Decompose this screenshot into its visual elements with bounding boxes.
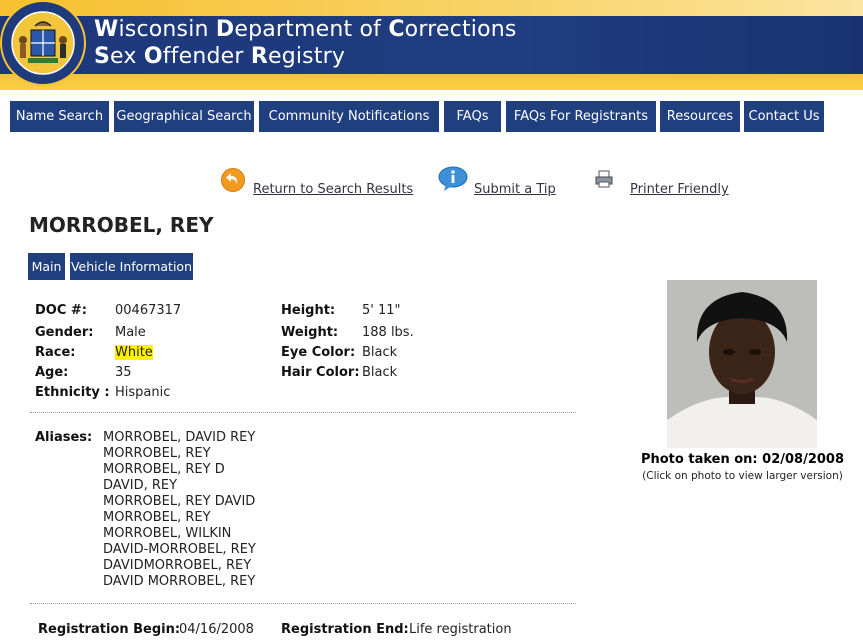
- alias-item: DAVID-MORROBEL, REY: [103, 542, 256, 557]
- registration-begin-label: Registration Begin:: [38, 622, 181, 637]
- state-seal-logo: [0, 0, 86, 86]
- height-value: 5' 11": [362, 303, 401, 318]
- site-header: Wisconsin Department of Corrections Sex …: [0, 0, 863, 90]
- weight-value: 188 lbs.: [362, 325, 414, 340]
- nav-faqs[interactable]: FAQs: [444, 101, 501, 132]
- nav-faqs-registrants[interactable]: FAQs For Registrants: [506, 101, 656, 132]
- offender-photo[interactable]: [667, 280, 817, 448]
- photo-hint: (Click on photo to view larger version): [642, 470, 843, 482]
- nav-resources[interactable]: Resources: [660, 101, 740, 132]
- doc-value: 00467317: [115, 303, 182, 318]
- back-arrow-icon[interactable]: [220, 167, 246, 193]
- race-value: White: [115, 345, 153, 360]
- eye-color-value: Black: [362, 345, 398, 360]
- gender-value: Male: [115, 325, 146, 340]
- printer-friendly-link[interactable]: Printer Friendly: [630, 182, 729, 197]
- nav-name-search[interactable]: Name Search: [10, 101, 109, 132]
- alias-item: DAVID, REY: [103, 478, 178, 493]
- header-title-line2: Sex Offender Registry: [94, 44, 346, 69]
- ethnicity-label: Ethnicity :: [35, 385, 110, 400]
- registration-end-label: Registration End:: [281, 622, 409, 637]
- registration-begin-value: 04/16/2008: [179, 622, 254, 637]
- tab-vehicle-information[interactable]: Vehicle Information: [70, 253, 193, 280]
- alias-item: DAVIDMORROBEL, REY: [103, 558, 252, 573]
- alias-item: MORROBEL, WILKIN: [103, 526, 232, 541]
- offender-name: MORROBEL, REY: [29, 213, 214, 237]
- hair-color-label: Hair Color:: [281, 365, 360, 380]
- height-label: Height:: [281, 303, 336, 318]
- age-value: 35: [115, 365, 132, 380]
- age-label: Age:: [35, 365, 69, 380]
- alias-item: MORROBEL, DAVID REY: [103, 430, 256, 445]
- nav-community-notifications[interactable]: Community Notifications: [259, 101, 439, 132]
- alias-item: MORROBEL, REY: [103, 510, 211, 525]
- tab-main[interactable]: Main: [28, 253, 65, 280]
- weight-label: Weight:: [281, 325, 339, 340]
- ethnicity-value: Hispanic: [115, 385, 171, 400]
- eye-color-label: Eye Color:: [281, 345, 356, 360]
- alias-item: DAVID MORROBEL, REY: [103, 574, 256, 589]
- alias-item: MORROBEL, REY: [103, 446, 211, 461]
- submit-tip-link[interactable]: Submit a Tip: [474, 182, 556, 197]
- doc-label: DOC #:: [35, 303, 87, 318]
- alias-item: MORROBEL, REY D: [103, 462, 225, 477]
- header-title-line1: Wisconsin Department of Corrections: [94, 17, 517, 42]
- divider: [30, 603, 576, 604]
- registration-end-value: Life registration: [409, 622, 512, 637]
- return-to-search-link[interactable]: Return to Search Results: [253, 182, 413, 197]
- divider: [30, 412, 576, 413]
- race-label: Race:: [35, 345, 76, 360]
- info-icon[interactable]: [438, 166, 470, 192]
- photo-caption: Photo taken on: 02/08/2008: [640, 452, 845, 467]
- aliases-label: Aliases:: [35, 430, 93, 445]
- alias-item: MORROBEL, REY DAVID: [103, 494, 256, 509]
- printer-icon[interactable]: [594, 169, 614, 189]
- nav-contact-us[interactable]: Contact Us: [744, 101, 824, 132]
- gender-label: Gender:: [35, 325, 94, 340]
- nav-geographical-search[interactable]: Geographical Search: [114, 101, 254, 132]
- hair-color-value: Black: [362, 365, 398, 380]
